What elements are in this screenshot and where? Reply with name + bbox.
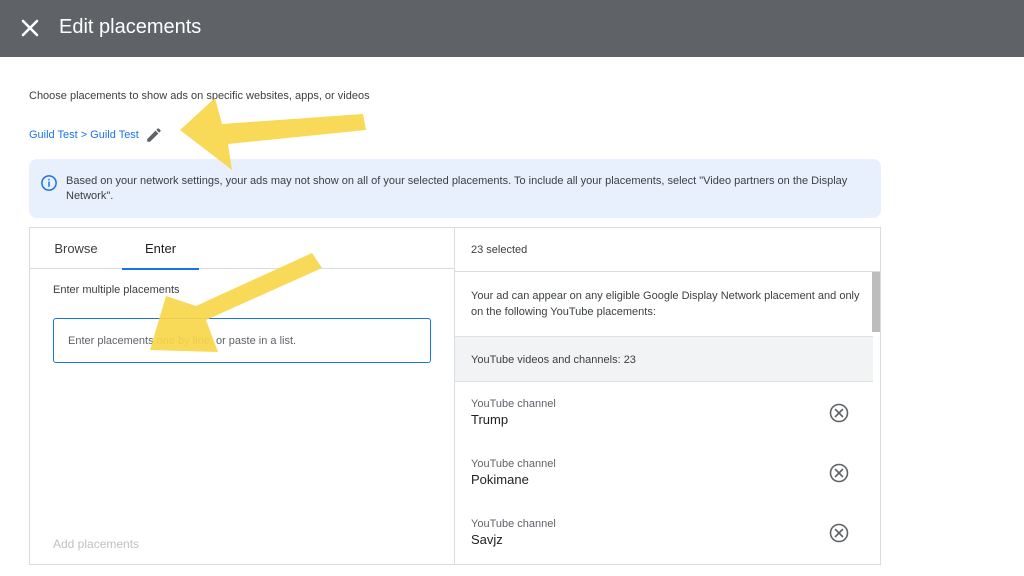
enter-multiple-label: Enter multiple placements	[53, 284, 180, 296]
eligible-note: Your ad can appear on any eligible Googl…	[471, 290, 860, 318]
tab-browse[interactable]: Browse	[30, 228, 122, 269]
remove-button[interactable]	[828, 402, 850, 424]
breadcrumb-campaign[interactable]: Guild Test	[29, 129, 78, 141]
info-text: Based on your network settings, your ads…	[66, 175, 848, 202]
enter-placements-pane: Browse Enter Enter multiple placements A…	[30, 228, 455, 564]
dialog-title: Edit placements	[59, 16, 202, 38]
group-header: YouTube videos and channels: 23	[455, 336, 873, 382]
selected-count: 23 selected	[455, 228, 880, 272]
close-icon	[21, 19, 39, 37]
item-name: Trump	[471, 412, 509, 427]
info-banner: Based on your network settings, your ads…	[29, 159, 881, 218]
remove-button[interactable]	[828, 522, 850, 544]
item-type: YouTube channel	[471, 398, 556, 410]
selected-placements-pane: 23 selected Your ad can appear on any el…	[455, 228, 880, 564]
list-item: YouTube channel Trump	[455, 382, 873, 442]
intro-text: Choose placements to show ads on specifi…	[29, 90, 370, 102]
tab-enter-label: Enter	[144, 241, 177, 256]
breadcrumb: Guild Test > Guild Test	[29, 126, 163, 144]
remove-circle-icon	[829, 463, 849, 483]
info-icon	[40, 174, 58, 192]
remove-circle-icon	[829, 523, 849, 543]
active-tab-indicator	[122, 268, 199, 270]
dialog-header: Edit placements	[0, 0, 1024, 57]
breadcrumb-separator: >	[80, 129, 88, 141]
placements-input[interactable]	[53, 318, 431, 363]
selected-list[interactable]: Your ad can appear on any eligible Googl…	[455, 272, 880, 564]
edit-breadcrumb-button[interactable]	[145, 126, 163, 144]
list-item: YouTube channel Savjz	[455, 502, 873, 562]
placements-panel: Browse Enter Enter multiple placements A…	[29, 227, 881, 565]
remove-button[interactable]	[828, 462, 850, 484]
item-name: Pokimane	[471, 472, 529, 487]
tab-enter[interactable]: Enter	[122, 228, 199, 270]
remove-circle-icon	[829, 403, 849, 423]
item-type: YouTube channel	[471, 518, 556, 530]
pencil-icon	[147, 128, 161, 142]
tab-bar: Browse Enter	[30, 228, 455, 270]
breadcrumb-ad-group[interactable]: Guild Test	[90, 129, 139, 141]
add-placements-button[interactable]: Add placements	[53, 537, 139, 551]
close-button[interactable]	[14, 12, 46, 44]
item-type: YouTube channel	[471, 458, 556, 470]
item-name: Savjz	[471, 532, 503, 547]
list-item: YouTube channel Pokimane	[455, 442, 873, 502]
